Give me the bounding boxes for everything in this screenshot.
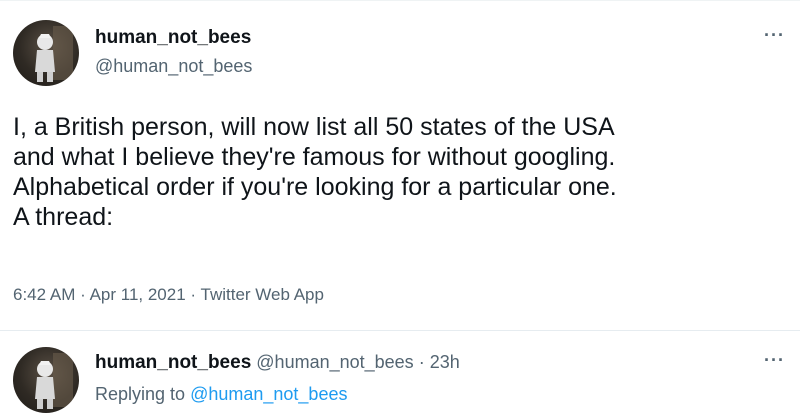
avatar[interactable] bbox=[13, 20, 79, 86]
more-horizontal-icon[interactable]: ··· bbox=[764, 350, 785, 371]
display-name[interactable]: human_not_bees bbox=[95, 27, 251, 49]
tweet-text-line: A thread: bbox=[13, 203, 114, 231]
user-handle[interactable]: @human_not_bees bbox=[95, 56, 252, 77]
avatar-figure-icon bbox=[35, 353, 73, 409]
replying-prefix: Replying to bbox=[95, 384, 186, 404]
tweet-meta: 6:42 AM · Apr 11, 2021 · Twitter Web App bbox=[13, 285, 324, 305]
tweet-text: I, a British person, will now list all 5… bbox=[13, 112, 793, 232]
meta-separator: · bbox=[80, 285, 86, 304]
replying-to: Replying to @human_not_bees bbox=[95, 384, 347, 405]
tweet-time[interactable]: 6:42 AM bbox=[13, 285, 75, 304]
meta-separator: · bbox=[418, 352, 425, 372]
display-name[interactable]: human_not_bees bbox=[95, 352, 251, 373]
tweet-text-line: I, a British person, will now list all 5… bbox=[13, 113, 615, 141]
tweet-source[interactable]: Twitter Web App bbox=[201, 285, 324, 304]
tweet-divider bbox=[0, 330, 800, 331]
tweet-age[interactable]: 23h bbox=[430, 352, 460, 372]
meta-separator: · bbox=[190, 285, 197, 304]
tweet-text-line: Alphabetical order if you're looking for… bbox=[13, 173, 617, 201]
avatar[interactable] bbox=[13, 347, 79, 413]
main-tweet: human_not_bees @human_not_bees ··· I, a … bbox=[0, 0, 800, 330]
avatar-figure-icon bbox=[35, 26, 73, 82]
more-horizontal-icon[interactable]: ··· bbox=[764, 25, 785, 46]
tweet-date[interactable]: Apr 11, 2021 bbox=[90, 285, 186, 304]
replying-handle-link[interactable]: @human_not_bees bbox=[190, 384, 347, 404]
tweet-text-line: and what I believe they're famous for wi… bbox=[13, 143, 616, 171]
reply-header: human_not_bees @human_not_bees · 23h bbox=[95, 352, 460, 374]
user-handle[interactable]: @human_not_bees bbox=[256, 352, 413, 372]
